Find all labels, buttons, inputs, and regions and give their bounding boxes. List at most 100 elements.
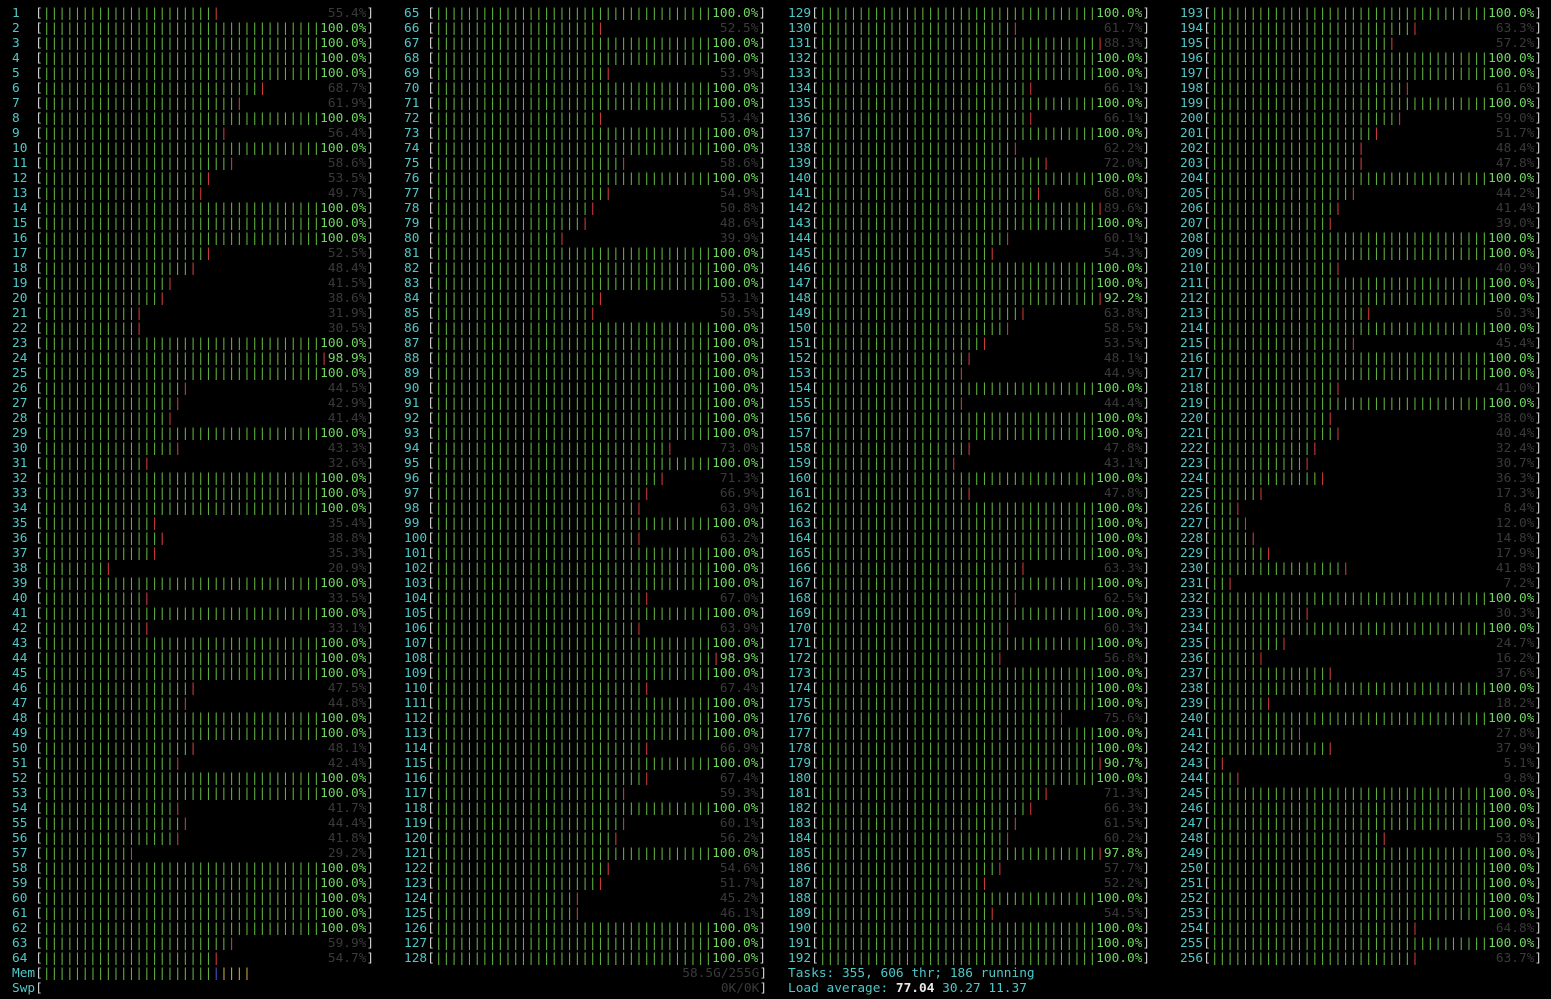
- cpu-usage-bar: ||: [1210, 576, 1227, 591]
- cpu-label: 242: [1180, 741, 1204, 756]
- cpu-kernel-bar: |: [588, 306, 597, 321]
- cpu-meter: 95[|||||||||||||||||||||||||||||||||||| 1…: [404, 456, 767, 471]
- cpu-kernel-bar: |: [1026, 81, 1035, 96]
- cpu-label: 2: [12, 21, 20, 36]
- cpu-usage-value: 61.7%: [1103, 21, 1143, 36]
- cpu-label: 250: [1180, 861, 1204, 876]
- cpu-meter: 214[||||||||||||||||||||||||||||||||||||…: [1180, 321, 1543, 336]
- cpu-usage-bar: ||||||||||||||||||||||||||||||||||||: [434, 711, 713, 726]
- cpu-label: 238: [1180, 681, 1204, 696]
- cpu-label: 86: [404, 321, 420, 336]
- cpu-label: 253: [1180, 906, 1204, 921]
- cpu-usage-value: 44.8%: [327, 696, 367, 711]
- cpu-usage-bar: |||||||||||||||||: [42, 441, 174, 456]
- cpu-usage-value: 100.0%: [712, 666, 759, 681]
- cpu-usage-value: 67.4%: [719, 681, 759, 696]
- cpu-usage-bar: ||||||||||||||||||||||||||||||||||||: [1210, 291, 1489, 306]
- cpu-kernel-bar: |: [227, 156, 236, 171]
- cpu-usage-bar: ||||||||||||||||||||||||||: [1210, 921, 1412, 936]
- cpu-usage-value: 100.0%: [320, 36, 367, 51]
- cpu-label: 217: [1180, 366, 1204, 381]
- cpu-usage-bar: |||||||||||||||||: [818, 456, 950, 471]
- cpu-label: 136: [788, 111, 812, 126]
- cpu-usage-bar: ||||||||||||||||||||||||||||||||||||: [42, 336, 321, 351]
- cpu-usage-bar: |||||||||||||||||||||||||||||: [434, 471, 659, 486]
- cpu-meter: 92[|||||||||||||||||||||||||||||||||||| 1…: [404, 411, 767, 426]
- cpu-meter: 149[||||||||||||||||||||||||||| 63.8%]: [788, 306, 1151, 321]
- cpu-meter: 208[||||||||||||||||||||||||||||||||||||…: [1180, 231, 1543, 246]
- cpu-meter: 210[||||||||||||||||| 40.9%]: [1180, 261, 1543, 276]
- cpu-usage-bar: ||||||||||||||||||||||||||||||||||||: [1210, 321, 1489, 336]
- cpu-usage-value: 100.0%: [1488, 891, 1535, 906]
- cpu-label: 185: [788, 846, 812, 861]
- cpu-usage-value: 38.8%: [327, 531, 367, 546]
- cpu-usage-value: 100.0%: [712, 261, 759, 276]
- cpu-usage-value: 100.0%: [1488, 6, 1535, 21]
- cpu-meter: 235[|||||||||| 24.7%]: [1180, 636, 1543, 651]
- cpu-usage-value: 66.9%: [719, 486, 759, 501]
- cpu-label: 74: [404, 141, 420, 156]
- cpu-usage-value: 64.8%: [1495, 921, 1535, 936]
- cpu-usage-value: 71.3%: [1103, 786, 1143, 801]
- cpu-usage-value: 100.0%: [320, 66, 367, 81]
- cpu-usage-bar: ||||||||||||||||||||||||||||||||||||: [42, 726, 321, 741]
- cpu-meter: 27[|||||||||||||||||| 42.9%]: [12, 396, 375, 411]
- cpu-label: 36: [12, 531, 28, 546]
- cpu-meter: 15[|||||||||||||||||||||||||||||||||||| 1…: [12, 216, 375, 231]
- cpu-usage-bar: |||||||||||||||||||||||: [818, 651, 997, 666]
- cpu-usage-value: 30.3%: [1495, 606, 1535, 621]
- cpu-usage-value: 100.0%: [1096, 921, 1143, 936]
- cpu-meter: 212[||||||||||||||||||||||||||||||||||||…: [1180, 291, 1543, 306]
- cpu-label: 1: [12, 6, 20, 21]
- cpu-label: 194: [1180, 21, 1204, 36]
- cpu-meter: 114[|||||||||||||||||||||||||||| 66.9%]: [404, 741, 767, 756]
- cpu-label: 129: [788, 6, 812, 21]
- cpu-meter: 194[||||||||||||||||||||||||||| 63.3%]: [1180, 21, 1543, 36]
- cpu-meter: 186[|||||||||||||||||||||||| 57.7%]: [788, 861, 1151, 876]
- cpu-usage-value: 47.8%: [1495, 156, 1535, 171]
- cpu-usage-bar: ||||||||||||||||||||||||||||||||||||: [434, 126, 713, 141]
- cpu-label: 118: [404, 801, 428, 816]
- cpu-usage-bar: |||||||: [1210, 546, 1265, 561]
- cpu-usage-value: 100.0%: [1488, 96, 1535, 111]
- cpu-meter: 52[|||||||||||||||||||||||||||||||||||| 1…: [12, 771, 375, 786]
- cpu-usage-value: 100.0%: [320, 501, 367, 516]
- cpu-kernel-bar: |: [658, 471, 666, 486]
- cpu-meter: 4[|||||||||||||||||||||||||||||||||||| 10…: [12, 51, 375, 66]
- cpu-usage-bar: ||||||||||||||||||||||||||||||||||||: [434, 756, 713, 771]
- cpu-meter: 209[||||||||||||||||||||||||||||||||||||…: [1180, 246, 1543, 261]
- cpu-meter: 225[||||||| 17.3%]: [1180, 486, 1543, 501]
- cpu-kernel-bar: |: [127, 846, 136, 861]
- cpu-usage-value: 100.0%: [712, 171, 759, 186]
- cpu-meter: 178[||||||||||||||||||||||||||||||||||||…: [788, 741, 1151, 756]
- cpu-label: 131: [788, 36, 812, 51]
- cpu-meter: 247[||||||||||||||||||||||||||||||||||||…: [1180, 816, 1543, 831]
- cpu-label: 233: [1180, 606, 1204, 621]
- cpu-meter: 172[|||||||||||||||||||||||| 56.8%]: [788, 651, 1151, 666]
- cpu-usage-bar: |||||||||||||||||||||||||: [818, 591, 1012, 606]
- cpu-usage-value: 100.0%: [1096, 411, 1143, 426]
- cpu-usage-bar: |||||||||||: [1210, 726, 1296, 741]
- cpu-usage-value: 100.0%: [320, 141, 367, 156]
- cpu-meter: 49[|||||||||||||||||||||||||||||||||||| 1…: [12, 726, 375, 741]
- cpu-usage-bar: ||||||||||||||||||||||||||||||||||||: [42, 366, 321, 381]
- cpu-meter: 115[||||||||||||||||||||||||||||||||||||…: [404, 756, 767, 771]
- cpu-kernel-bar: |: [949, 456, 958, 471]
- cpu-label: 96: [404, 471, 420, 486]
- cpu-meter: 25[|||||||||||||||||||||||||||||||||||| 1…: [12, 366, 375, 381]
- cpu-label: 82: [404, 261, 420, 276]
- cpu-usage-value: 41.8%: [1495, 561, 1535, 576]
- cpu-column: 129[||||||||||||||||||||||||||||||||||||…: [788, 6, 1150, 966]
- cpu-usage-value: 100.0%: [712, 81, 759, 96]
- cpu-label: 91: [404, 396, 420, 411]
- cpu-usage-value: 41.5%: [327, 276, 367, 291]
- cpu-kernel-bar: |: [612, 831, 620, 846]
- cpu-usage-value: 18.2%: [1495, 696, 1535, 711]
- cpu-usage-value: 100.0%: [712, 726, 759, 741]
- cpu-label: 176: [788, 711, 812, 726]
- cpu-usage-value: 100.0%: [712, 711, 759, 726]
- cpu-kernel-bar: |: [1233, 771, 1242, 786]
- cpu-usage-bar: ||||||||||||||||||||||||||: [818, 561, 1020, 576]
- cpu-kernel-bar: |: [573, 906, 582, 921]
- cpu-meter: 223[||||||||||||| 30.7%]: [1180, 456, 1543, 471]
